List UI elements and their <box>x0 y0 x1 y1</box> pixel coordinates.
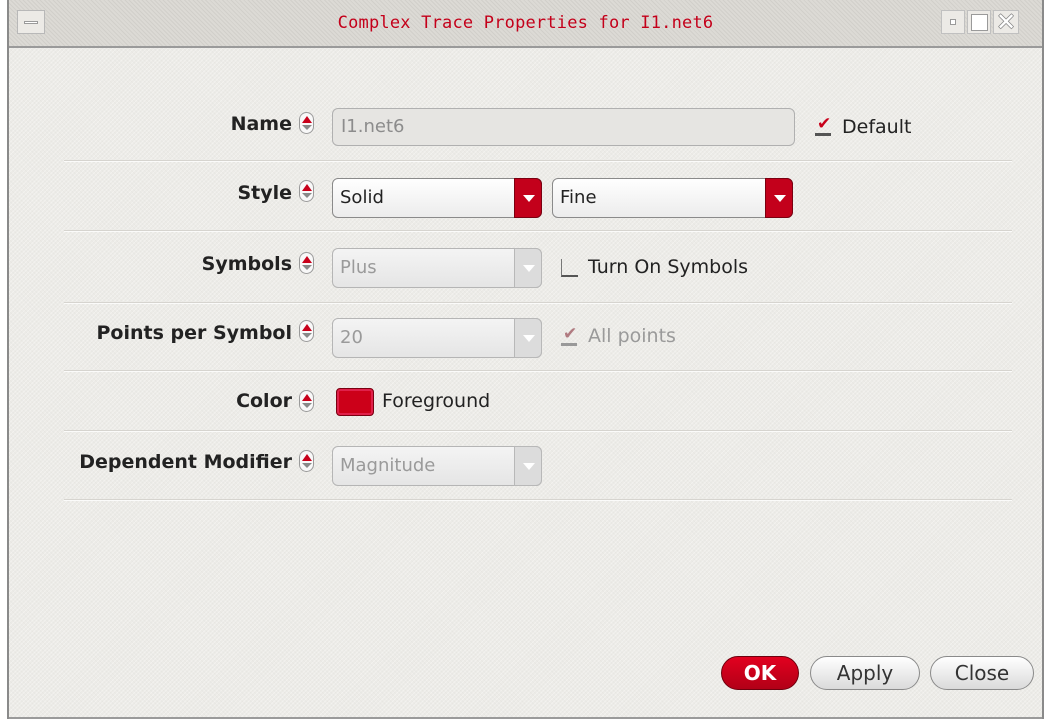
dependent-modifier-dropdown[interactable]: Magnitude <box>332 446 542 486</box>
dialog-window: Complex Trace Properties for I1.net6 ✕ N… <box>7 0 1044 719</box>
symbols-label: Symbols <box>201 253 292 275</box>
close-button[interactable]: Close <box>930 656 1034 690</box>
points-spin-icon[interactable] <box>299 320 314 342</box>
divider <box>64 302 1012 304</box>
name-spin-icon[interactable] <box>299 112 314 134</box>
turn-on-symbols-checkbox[interactable] <box>561 259 578 277</box>
minimize-icon[interactable] <box>941 10 965 34</box>
divider <box>64 230 1012 232</box>
dependent-modifier-value: Magnitude <box>340 455 436 476</box>
style-spin-icon[interactable] <box>299 180 314 202</box>
symbols-value: Plus <box>340 257 377 278</box>
divider <box>64 430 1012 432</box>
default-label: Default <box>842 116 912 138</box>
dropdown-arrow-icon[interactable] <box>765 178 793 218</box>
symbols-dropdown[interactable]: Plus <box>332 248 542 288</box>
all-points-checkbox[interactable]: ✔ <box>561 326 577 346</box>
window-title: Complex Trace Properties for I1.net6 <box>337 13 714 33</box>
dropdown-arrow-icon[interactable] <box>514 248 542 288</box>
title-bar[interactable]: Complex Trace Properties for I1.net6 ✕ <box>9 0 1042 48</box>
dropdown-arrow-icon[interactable] <box>514 178 542 218</box>
points-value: 20 <box>340 327 363 348</box>
all-points-label: All points <box>588 325 676 347</box>
color-spin-icon[interactable] <box>299 390 314 412</box>
line-style-dropdown[interactable]: Solid <box>332 178 542 218</box>
window-menu-icon[interactable] <box>17 10 45 34</box>
dropdown-arrow-icon[interactable] <box>514 446 542 486</box>
points-per-symbol-label: Points per Symbol <box>96 322 292 344</box>
color-swatch[interactable] <box>336 388 374 416</box>
turn-on-symbols-label: Turn On Symbols <box>588 256 749 278</box>
color-label: Color <box>236 390 292 412</box>
modifier-spin-icon[interactable] <box>299 450 314 472</box>
points-dropdown[interactable]: 20 <box>332 318 542 358</box>
line-width-dropdown[interactable]: Fine <box>552 178 793 218</box>
dependent-modifier-label: Dependent Modifier <box>79 451 292 473</box>
ok-button[interactable]: OK <box>721 656 799 690</box>
name-label: Name <box>230 113 292 135</box>
symbols-spin-icon[interactable] <box>299 252 314 274</box>
close-window-icon[interactable]: ✕ <box>993 10 1019 34</box>
divider <box>64 160 1012 162</box>
apply-button[interactable]: Apply <box>810 656 920 690</box>
color-value: Foreground <box>382 390 491 412</box>
divider <box>64 370 1012 372</box>
line-width-value: Fine <box>560 187 597 208</box>
dropdown-arrow-icon[interactable] <box>514 318 542 358</box>
name-input[interactable]: I1.net6 <box>332 108 795 146</box>
maximize-icon[interactable] <box>967 10 991 34</box>
line-style-value: Solid <box>340 187 384 208</box>
style-label: Style <box>237 182 292 204</box>
default-checkbox[interactable]: ✔ <box>815 116 831 136</box>
divider <box>64 499 1012 501</box>
